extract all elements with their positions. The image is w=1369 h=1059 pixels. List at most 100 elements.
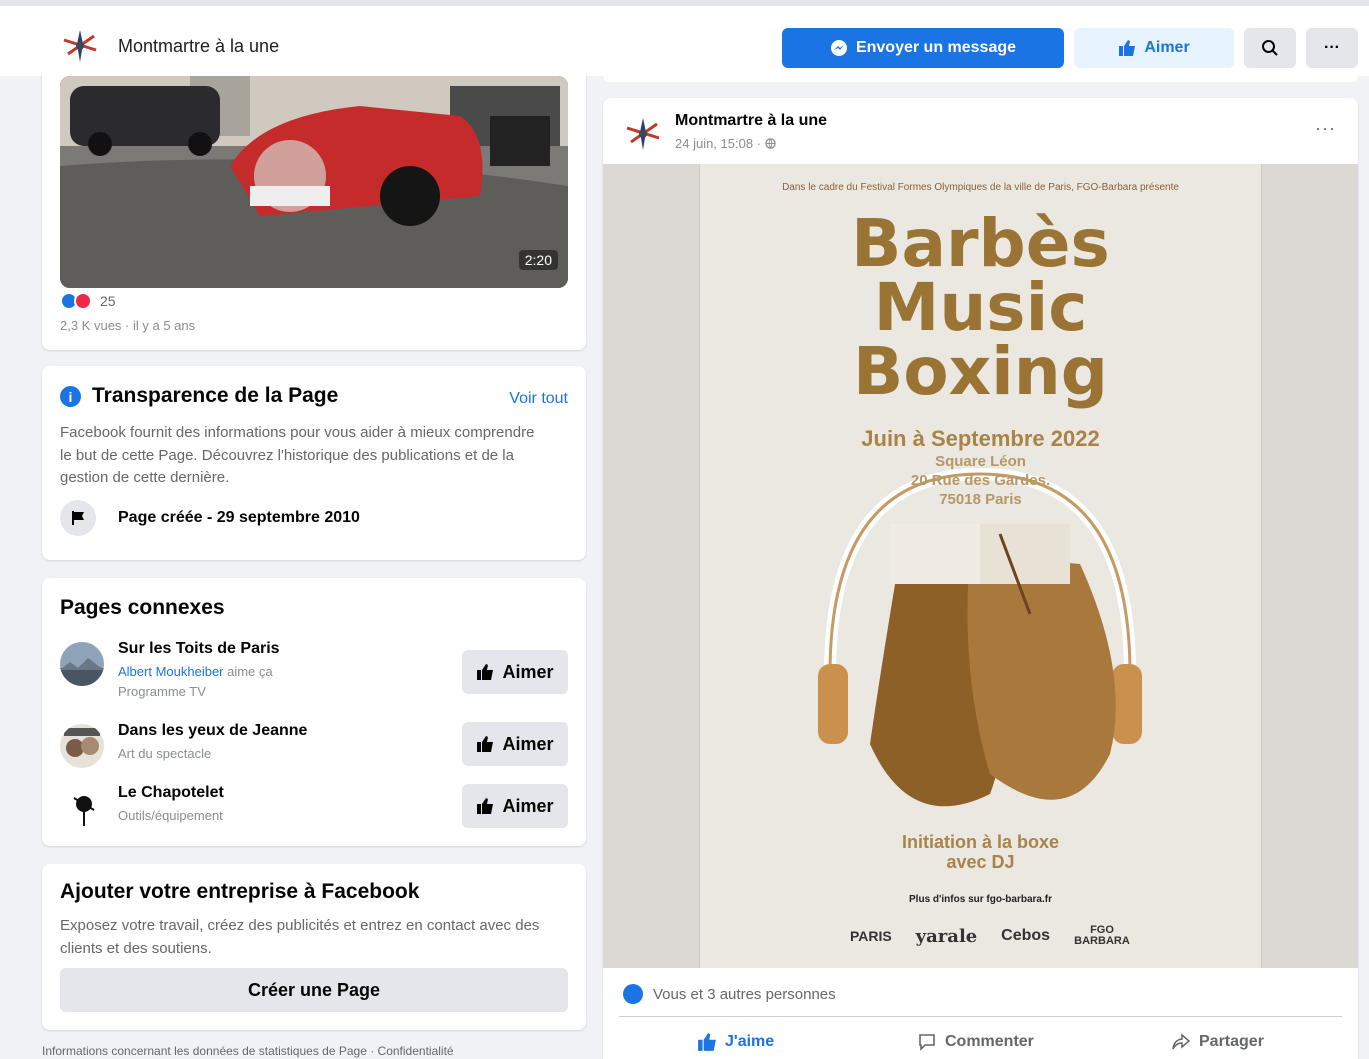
poster-title-line: Barbès: [851, 205, 1110, 282]
related-page-item[interactable]: Dans les yeux de Jeanne Art du spectacle…: [60, 722, 568, 778]
thumbs-up-icon: [477, 664, 494, 680]
video-card: 2:20 25 2,3 K vues · il y a 5 ans: [42, 70, 586, 350]
related-page-category: Programme TV: [118, 684, 206, 699]
see-all-link[interactable]: Voir tout: [509, 390, 568, 408]
poster-title: Barbès Music Boxing: [700, 205, 1261, 410]
poster-address: Square Léon 20 Rue des Gardes. 75018 Par…: [700, 452, 1261, 509]
post-comment-label: Commenter: [945, 1033, 1034, 1050]
transparency-card: i Transparence de la Page Voir tout Face…: [42, 366, 586, 560]
messenger-icon: [830, 40, 847, 56]
post-like-button[interactable]: J'aime: [697, 1030, 774, 1054]
video-duration: 2:20: [518, 250, 558, 270]
page-created-date: Page créée - 29 septembre 2010: [118, 509, 360, 526]
yarale-logo: yarale: [915, 925, 978, 947]
page-header: Montmartre à la une Envoyer un message A…: [0, 0, 1369, 76]
post-date-text: 24 juin, 15:08 ·: [675, 136, 765, 151]
like-page-label: Aimer: [1144, 39, 1190, 56]
post-like-label: J'aime: [725, 1033, 775, 1050]
reactions-summary[interactable]: 25: [60, 292, 116, 310]
post-share-button[interactable]: Partager: [1171, 1030, 1264, 1054]
like-reaction-icon: [623, 984, 643, 1004]
related-pages-card: Pages connexes Sur les Toits de Paris Al…: [42, 578, 586, 846]
video-car-image: [60, 76, 568, 288]
post-divider: [619, 1016, 1342, 1017]
info-icon: i: [60, 386, 81, 407]
thumbs-up-icon: [1119, 40, 1136, 56]
related-page-category: Outils/équipement: [118, 808, 223, 823]
post-share-label: Partager: [1199, 1033, 1264, 1050]
love-reaction-icon: [74, 292, 92, 310]
more-icon: ···: [1324, 39, 1340, 56]
related-page-name[interactable]: Dans les yeux de Jeanne: [118, 722, 307, 740]
liker-link[interactable]: Albert Moukheiber: [118, 664, 224, 679]
create-page-button[interactable]: Créer une Page: [60, 968, 568, 1012]
cebos-logo: Cebos: [1001, 927, 1051, 944]
liker-suffix: aime ça: [223, 664, 273, 679]
more-options-button[interactable]: ···: [1306, 28, 1358, 68]
related-page-like-button[interactable]: Aimer: [462, 722, 568, 766]
post-comment-button[interactable]: Commenter: [917, 1030, 1034, 1054]
event-poster: Dans le cadre du Festival Formes Olympiq…: [699, 164, 1262, 968]
like-label: Aimer: [502, 795, 554, 816]
paris-logo: PARIS: [850, 928, 892, 944]
related-page-category: Art du spectacle: [118, 746, 212, 761]
add-business-description: Exposez votre travail, créez des publici…: [60, 917, 540, 957]
like-label: Aimer: [502, 733, 554, 754]
post-options-button[interactable]: ···: [1315, 118, 1336, 139]
poster-initiation-line: Initiation à la boxe: [901, 832, 1060, 852]
transparency-description: Facebook fournit des informations pour v…: [60, 424, 535, 486]
post-author-avatar[interactable]: [619, 110, 667, 158]
thumbs-up-icon: [698, 1033, 716, 1051]
related-page-avatar[interactable]: [60, 642, 104, 686]
previous-post-edge: [603, 76, 1358, 82]
page-logo-icon[interactable]: [56, 22, 104, 70]
post-likes-text: Vous et 3 autres personnes: [653, 985, 836, 1003]
share-icon: [1172, 1033, 1191, 1050]
poster-initiation: Initiation à la boxe avec DJ: [700, 832, 1261, 872]
poster-sponsor-logos: PARIS yarale Cebos FGO BARBARA: [850, 916, 1130, 956]
send-message-button[interactable]: Envoyer un message: [782, 28, 1064, 68]
related-page-item[interactable]: Sur les Toits de Paris Albert Moukheiber…: [60, 640, 568, 699]
poster-dates: Juin à Septembre 2022: [861, 426, 1100, 451]
poster-title-line: Music: [873, 269, 1088, 346]
like-page-button[interactable]: Aimer: [1074, 28, 1234, 68]
poster-address-line: 75018 Paris: [939, 491, 1022, 508]
related-page-name[interactable]: Sur les Toits de Paris: [118, 640, 280, 658]
send-message-label: Envoyer un message: [855, 39, 1017, 56]
related-pages-title: Pages connexes: [60, 596, 225, 619]
related-page-name[interactable]: Le Chapotelet: [118, 784, 224, 802]
related-page-item[interactable]: Le Chapotelet Outils/équipement Aimer: [60, 784, 568, 840]
poster-title-line: Boxing: [852, 333, 1109, 410]
related-page-social: Albert Moukheiber aime ça: [118, 664, 273, 679]
reaction-count: 25: [100, 293, 116, 309]
page-name[interactable]: Montmartre à la une: [118, 36, 279, 57]
post-timestamp[interactable]: 24 juin, 15:08 ·: [675, 136, 776, 151]
video-meta: 2,3 K vues · il y a 5 ans: [60, 318, 196, 333]
search-button[interactable]: [1244, 28, 1296, 68]
thumbs-up-icon: [477, 736, 494, 752]
related-page-like-button[interactable]: Aimer: [462, 650, 568, 694]
post-image[interactable]: Dans le cadre du Festival Formes Olympiq…: [603, 164, 1358, 968]
poster-info: Plus d'infos sur fgo-barbara.fr: [909, 894, 1052, 905]
flag-icon: [60, 500, 96, 536]
fgo-barbara-logo: FGO BARBARA: [1074, 924, 1130, 947]
transparency-title: Transparence de la Page: [92, 384, 339, 407]
post-author-name[interactable]: Montmartre à la une: [675, 112, 827, 130]
related-page-like-button[interactable]: Aimer: [462, 784, 568, 828]
add-business-card: Ajouter votre entreprise à Facebook Expo…: [42, 864, 586, 1030]
post-likes-summary[interactable]: Vous et 3 autres personnes: [623, 984, 836, 1004]
video-thumbnail[interactable]: 2:20: [60, 76, 568, 288]
related-page-avatar[interactable]: [60, 724, 104, 768]
comment-icon: [919, 1034, 935, 1051]
globe-icon: [764, 138, 776, 149]
poster-intro: Dans le cadre du Festival Formes Olympiq…: [782, 182, 1179, 193]
poster-address-line: 20 Rue des Gardes.: [910, 472, 1051, 489]
add-business-title: Ajouter votre entreprise à Facebook: [60, 880, 420, 903]
related-page-avatar[interactable]: [60, 786, 104, 830]
poster-address-line: Square Léon: [935, 453, 1026, 470]
poster-initiation-line: avec DJ: [946, 852, 1015, 872]
footer-links[interactable]: Informations concernant les données de s…: [42, 1044, 454, 1058]
like-label: Aimer: [502, 661, 554, 682]
search-icon: [1262, 40, 1278, 56]
post-card: Montmartre à la une 24 juin, 15:08 · ···…: [603, 98, 1358, 1059]
